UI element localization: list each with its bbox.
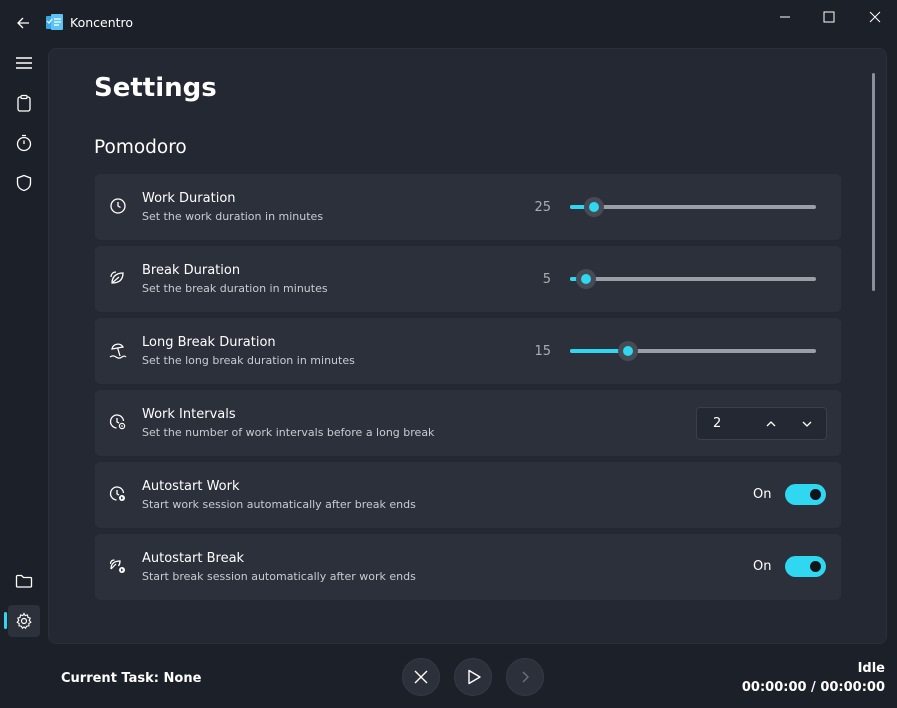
sidebar-item-settings[interactable] (8, 605, 40, 637)
app-logo-icon (45, 13, 65, 33)
app-title: Koncentro (70, 15, 134, 30)
setting-title: Long Break Duration (142, 335, 276, 350)
setting-title: Break Duration (142, 263, 241, 278)
setting-break-duration: Break Duration Set the break duration in… (95, 246, 841, 312)
page-title: Settings (94, 73, 217, 103)
clipboard-icon (17, 94, 31, 112)
toggle-state-label: On (753, 559, 772, 574)
x-icon (414, 670, 428, 684)
setting-autostart-work: Autostart Work Start work session automa… (95, 462, 841, 528)
chevron-up-icon (766, 421, 776, 427)
play-icon (468, 669, 481, 685)
minimize-icon (780, 16, 790, 18)
arrow-left-icon (17, 17, 29, 29)
beach-umbrella-icon (109, 341, 127, 359)
autostart-break-toggle[interactable] (785, 556, 826, 577)
clock-play-icon (109, 485, 127, 503)
sidebar-item-blocker[interactable] (8, 167, 40, 199)
stopwatch-icon (16, 134, 32, 152)
slider-value: 5 (542, 272, 551, 287)
slider-value: 25 (534, 200, 551, 215)
skip-button[interactable] (506, 658, 544, 696)
bottom-bar: Current Task: None Idle 00:00:00 / 00:00… (0, 650, 897, 708)
folder-icon (15, 574, 33, 588)
slider-thumb[interactable] (618, 341, 638, 361)
chevron-down-icon (802, 421, 812, 427)
leaves-icon (109, 269, 127, 287)
autostart-work-toggle[interactable] (785, 484, 826, 505)
shield-icon (16, 174, 32, 192)
break-duration-slider[interactable] (570, 269, 816, 289)
setting-title: Autostart Break (142, 551, 245, 566)
slider-thumb[interactable] (584, 197, 604, 217)
current-task-label: Current Task: None (61, 671, 202, 686)
maximize-button[interactable] (818, 6, 840, 28)
chevron-right-icon (522, 671, 529, 683)
timer-status: Idle (857, 661, 885, 676)
close-icon (869, 11, 881, 23)
setting-title: Work Intervals (142, 407, 236, 422)
setting-description: Set the long break duration in minutes (142, 354, 355, 367)
active-indicator (4, 612, 7, 629)
title-bar: Koncentro (0, 0, 897, 46)
timer-readout: 00:00:00 / 00:00:00 (741, 680, 885, 695)
settings-page: Settings Pomodoro Work Duration Set the … (48, 48, 887, 644)
setting-description: Set the number of work intervals before … (142, 426, 435, 439)
gear-icon (16, 612, 32, 630)
scrollbar[interactable] (872, 73, 875, 291)
work-duration-slider[interactable] (570, 197, 816, 217)
setting-description: Set the work duration in minutes (142, 210, 324, 223)
sidebar-item-timer[interactable] (8, 127, 40, 159)
setting-work-intervals: Work Intervals Set the number of work in… (95, 390, 841, 456)
leaves-play-icon (109, 557, 127, 575)
sidebar-item-tasks[interactable] (8, 87, 40, 119)
back-button[interactable] (12, 12, 34, 34)
hamburger-icon (16, 57, 32, 69)
setting-autostart-break: Autostart Break Start break session auto… (95, 534, 841, 600)
clock-icon (109, 197, 127, 215)
slider-thumb[interactable] (576, 269, 596, 289)
sidebar-item-workspaces[interactable] (8, 565, 40, 597)
setting-long-break-duration: Long Break Duration Set the long break d… (95, 318, 841, 384)
close-window-button[interactable] (864, 6, 886, 28)
increment-button[interactable] (762, 415, 780, 433)
stop-button[interactable] (402, 658, 440, 696)
clock-settings-icon (109, 413, 127, 431)
work-intervals-stepper[interactable]: 2 (696, 407, 827, 440)
setting-description: Start work session automatically after b… (142, 498, 416, 511)
stepper-value: 2 (713, 416, 722, 431)
setting-title: Autostart Work (142, 479, 240, 494)
decrement-button[interactable] (798, 415, 816, 433)
maximize-icon (823, 11, 835, 23)
menu-button[interactable] (8, 47, 40, 79)
long-break-duration-slider[interactable] (570, 341, 816, 361)
setting-work-duration: Work Duration Set the work duration in m… (95, 174, 841, 240)
minimize-button[interactable] (774, 6, 796, 28)
section-title: Pomodoro (94, 137, 187, 158)
toggle-state-label: On (753, 487, 772, 502)
play-button[interactable] (454, 658, 492, 696)
slider-value: 15 (534, 344, 551, 359)
setting-description: Set the break duration in minutes (142, 282, 328, 295)
setting-description: Start break session automatically after … (142, 570, 416, 583)
setting-title: Work Duration (142, 191, 236, 206)
